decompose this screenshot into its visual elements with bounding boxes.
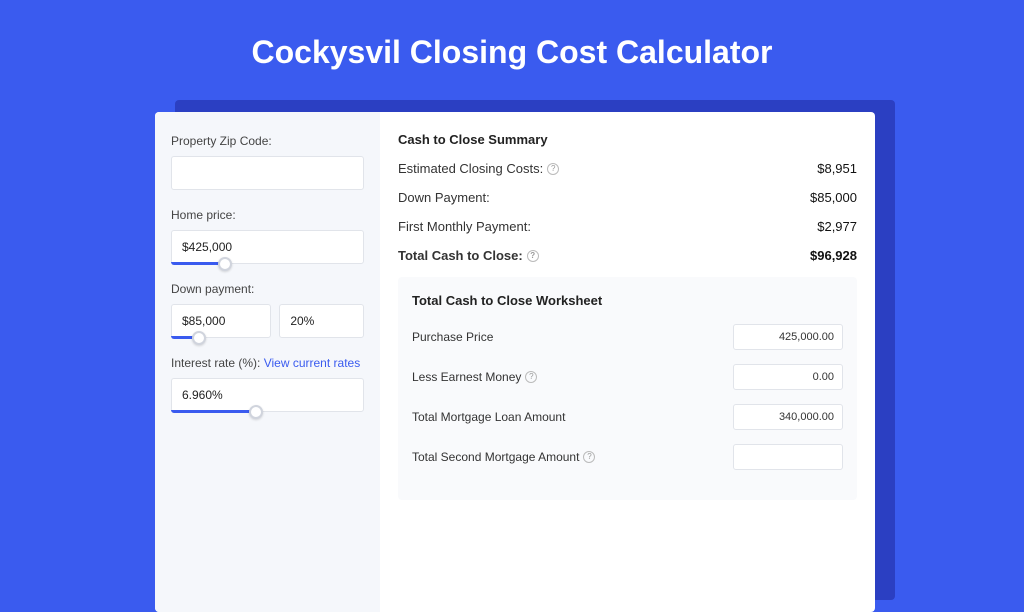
summary-total-label: Total Cash to Close: <box>398 248 523 263</box>
worksheet-row-earnest-money: Less Earnest Money ? <box>412 364 843 390</box>
results-panel: Cash to Close Summary Estimated Closing … <box>380 112 875 612</box>
interest-rate-label: Interest rate (%): View current rates <box>171 356 364 370</box>
interest-rate-slider-wrap <box>171 378 364 412</box>
down-payment-field-group: Down payment: <box>171 282 364 338</box>
interest-rate-slider-track <box>171 410 256 413</box>
summary-label: Down Payment: <box>398 190 490 205</box>
home-price-label: Home price: <box>171 208 364 222</box>
help-icon[interactable]: ? <box>547 163 559 175</box>
down-payment-amount-input[interactable] <box>171 304 271 338</box>
worksheet-input-purchase-price[interactable] <box>733 324 843 350</box>
summary-label: First Monthly Payment: <box>398 219 531 234</box>
summary-value: $85,000 <box>810 190 857 205</box>
calculator-card: Property Zip Code: Home price: Down paym… <box>155 112 875 612</box>
zip-input[interactable] <box>171 156 364 190</box>
help-icon[interactable]: ? <box>583 451 595 463</box>
down-payment-label: Down payment: <box>171 282 364 296</box>
down-payment-percent-input[interactable] <box>279 304 364 338</box>
interest-rate-field-group: Interest rate (%): View current rates <box>171 356 364 412</box>
worksheet-label: Total Second Mortgage Amount <box>412 450 579 464</box>
home-price-slider-wrap <box>171 230 364 264</box>
inputs-sidebar: Property Zip Code: Home price: Down paym… <box>155 112 380 612</box>
interest-rate-input[interactable] <box>171 378 364 412</box>
worksheet-input-earnest-money[interactable] <box>733 364 843 390</box>
summary-row-down-payment: Down Payment: $85,000 <box>398 190 857 205</box>
page-title: Cockysvil Closing Cost Calculator <box>0 0 1024 99</box>
down-payment-slider-handle[interactable] <box>192 331 206 345</box>
summary-value: $8,951 <box>817 161 857 176</box>
down-payment-amount-wrap <box>171 304 271 338</box>
help-icon[interactable]: ? <box>527 250 539 262</box>
summary-value: $2,977 <box>817 219 857 234</box>
interest-rate-label-text: Interest rate (%): <box>171 356 260 370</box>
summary-label: Estimated Closing Costs: <box>398 161 543 176</box>
home-price-slider-track <box>171 262 225 265</box>
summary-title: Cash to Close Summary <box>398 132 857 147</box>
worksheet-panel: Total Cash to Close Worksheet Purchase P… <box>398 277 857 500</box>
interest-rate-slider-handle[interactable] <box>249 405 263 419</box>
worksheet-row-mortgage-amount: Total Mortgage Loan Amount <box>412 404 843 430</box>
worksheet-row-second-mortgage: Total Second Mortgage Amount ? <box>412 444 843 470</box>
zip-label: Property Zip Code: <box>171 134 364 148</box>
worksheet-row-purchase-price: Purchase Price <box>412 324 843 350</box>
summary-total-value: $96,928 <box>810 248 857 263</box>
summary-row-total: Total Cash to Close: ? $96,928 <box>398 248 857 263</box>
home-price-slider-handle[interactable] <box>218 257 232 271</box>
worksheet-label: Total Mortgage Loan Amount <box>412 410 565 424</box>
worksheet-input-mortgage-amount[interactable] <box>733 404 843 430</box>
worksheet-label: Purchase Price <box>412 330 493 344</box>
worksheet-title: Total Cash to Close Worksheet <box>412 293 843 308</box>
worksheet-input-second-mortgage[interactable] <box>733 444 843 470</box>
help-icon[interactable]: ? <box>525 371 537 383</box>
summary-row-first-payment: First Monthly Payment: $2,977 <box>398 219 857 234</box>
home-price-field-group: Home price: <box>171 208 364 264</box>
home-price-input[interactable] <box>171 230 364 264</box>
worksheet-label: Less Earnest Money <box>412 370 521 384</box>
summary-row-closing-costs: Estimated Closing Costs: ? $8,951 <box>398 161 857 176</box>
view-rates-link[interactable]: View current rates <box>264 356 361 370</box>
zip-field-group: Property Zip Code: <box>171 134 364 190</box>
